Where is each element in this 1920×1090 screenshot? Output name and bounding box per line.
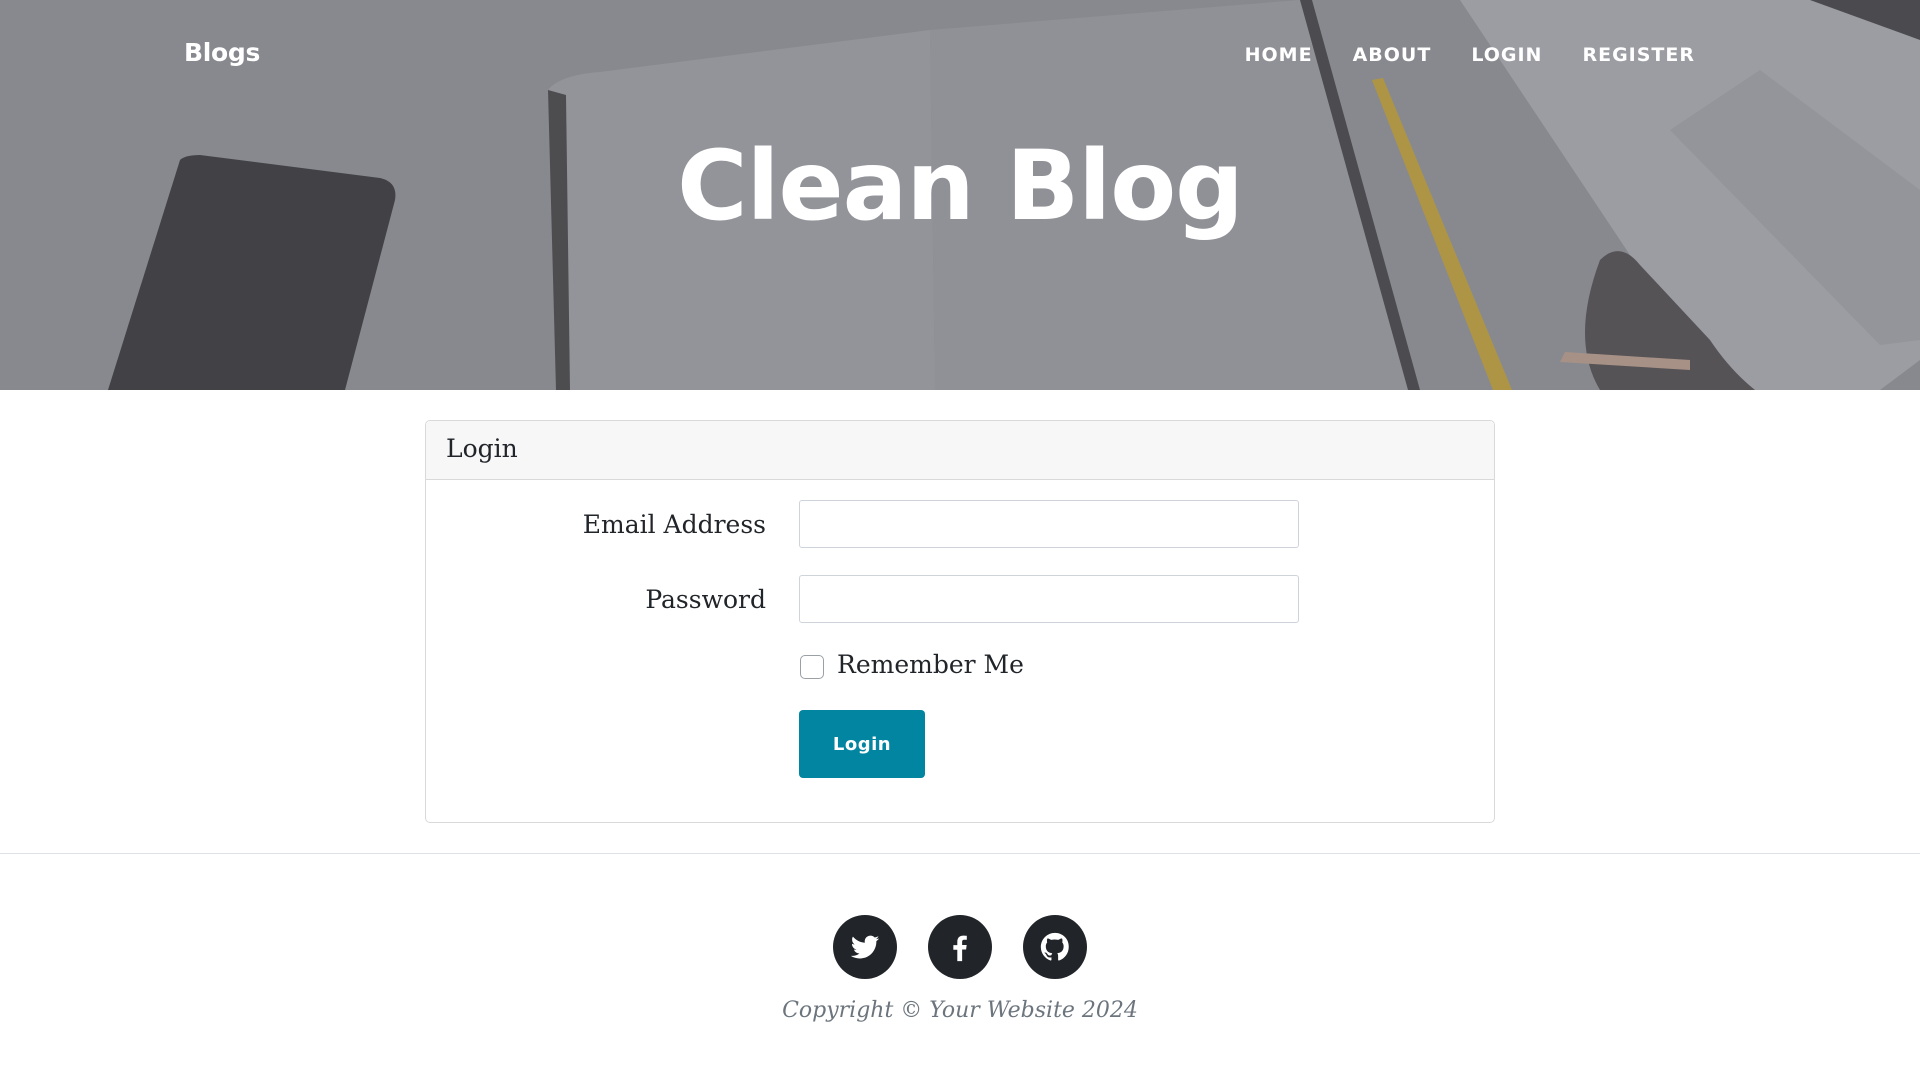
main-nav: HOME ABOUT LOGIN REGISTER [1245, 44, 1695, 66]
hero-header: Blogs HOME ABOUT LOGIN REGISTER Clean Bl… [0, 0, 1920, 390]
github-icon [1040, 932, 1069, 961]
nav-brand[interactable]: Blogs [184, 38, 260, 67]
nav-link-about[interactable]: ABOUT [1353, 44, 1432, 66]
login-card-header: Login [426, 421, 1494, 480]
copyright-text: Copyright © Your Website 2024 [782, 998, 1138, 1023]
email-field[interactable] [799, 500, 1299, 548]
twitter-link[interactable] [833, 915, 897, 979]
github-link[interactable] [1023, 915, 1087, 979]
remember-me-label[interactable]: Remember Me [837, 650, 1024, 679]
nav-link-home[interactable]: HOME [1245, 44, 1313, 66]
facebook-link[interactable] [928, 915, 992, 979]
nav-link-login[interactable]: LOGIN [1471, 44, 1542, 66]
hero-title: Clean Blog [677, 130, 1244, 242]
nav-link-register[interactable]: REGISTER [1582, 44, 1695, 66]
login-card: Login Email Address Password Remember Me… [425, 420, 1495, 823]
remember-me-checkbox[interactable] [800, 655, 824, 679]
email-label: Email Address [582, 510, 766, 539]
password-field[interactable] [799, 575, 1299, 623]
password-label: Password [645, 585, 766, 614]
login-button[interactable]: Login [799, 710, 925, 778]
facebook-icon [953, 935, 967, 962]
footer-divider [0, 853, 1920, 854]
twitter-icon [850, 935, 880, 959]
